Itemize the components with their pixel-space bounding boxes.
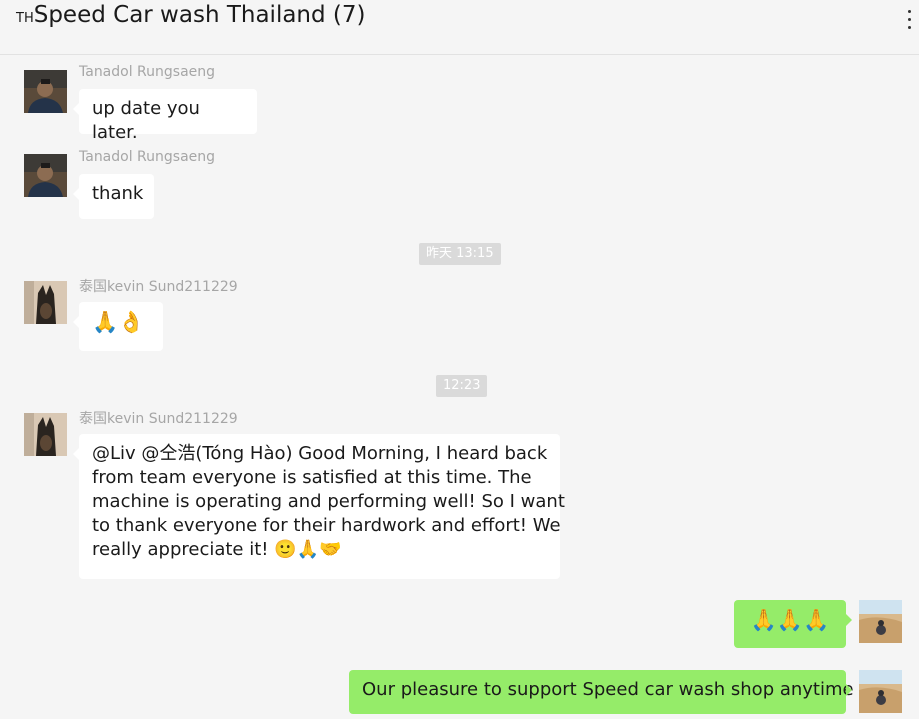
message-text: thank [92,183,144,204]
message-text-line: machine is operating and performing well… [92,491,565,512]
message-text-line: really appreciate it! 🙂🙏🤝 [92,539,342,560]
message-bubble[interactable]: 🙏👌 [73,302,163,351]
sender-name: 泰国kevin Sund211229 [79,411,238,427]
message-bubble[interactable]: up date you later. [73,89,257,143]
message-text-line: @Liv @仝浩(Tóng Hào) Good Morning, I heard… [92,443,548,464]
message-bubble[interactable]: thank [73,174,154,219]
sender-name: 泰国kevin Sund211229 [79,279,238,295]
chat-title: THSpeed Car wash Thailand (7) [16,2,366,28]
avatar-dog-icon[interactable] [24,281,67,324]
avatar-dog-icon[interactable] [24,413,67,456]
avatar-man-icon[interactable] [24,70,67,113]
avatar-desert-icon[interactable] [859,670,902,713]
more-dots-icon[interactable] [903,10,917,40]
avatar-desert-icon[interactable] [859,600,902,643]
timestamp: 昨天 13:15 [419,243,501,265]
message-text: up date you later. [92,98,200,143]
message-text-line: from team everyone is satisfied at this … [92,467,532,488]
message-bubble[interactable]: @Liv @仝浩(Tóng Hào) Good Morning, I heard… [73,434,565,579]
message-text: 🙏🙏🙏 [750,608,830,632]
message-text-line: to thank everyone for their hardwork and… [92,515,561,536]
avatar-man-icon[interactable] [24,154,67,197]
sender-name: Tanadol Rungsaeng [79,149,216,165]
message-bubble-self[interactable]: 🙏🙏🙏 [734,600,852,648]
timestamp: 12:23 [436,375,488,397]
message-text: 🙏👌 [92,310,145,334]
chat-title-text: Speed Car wash Thailand (7) [33,2,366,28]
message-bubble-self[interactable]: Our pleasure to support Speed car wash s… [349,670,854,714]
flag-icon: TH [16,11,34,26]
sender-name: Tanadol Rungsaeng [79,64,216,80]
chat-header: THSpeed Car wash Thailand (7) [0,0,919,55]
message-text: Our pleasure to support Speed car wash s… [362,679,854,700]
